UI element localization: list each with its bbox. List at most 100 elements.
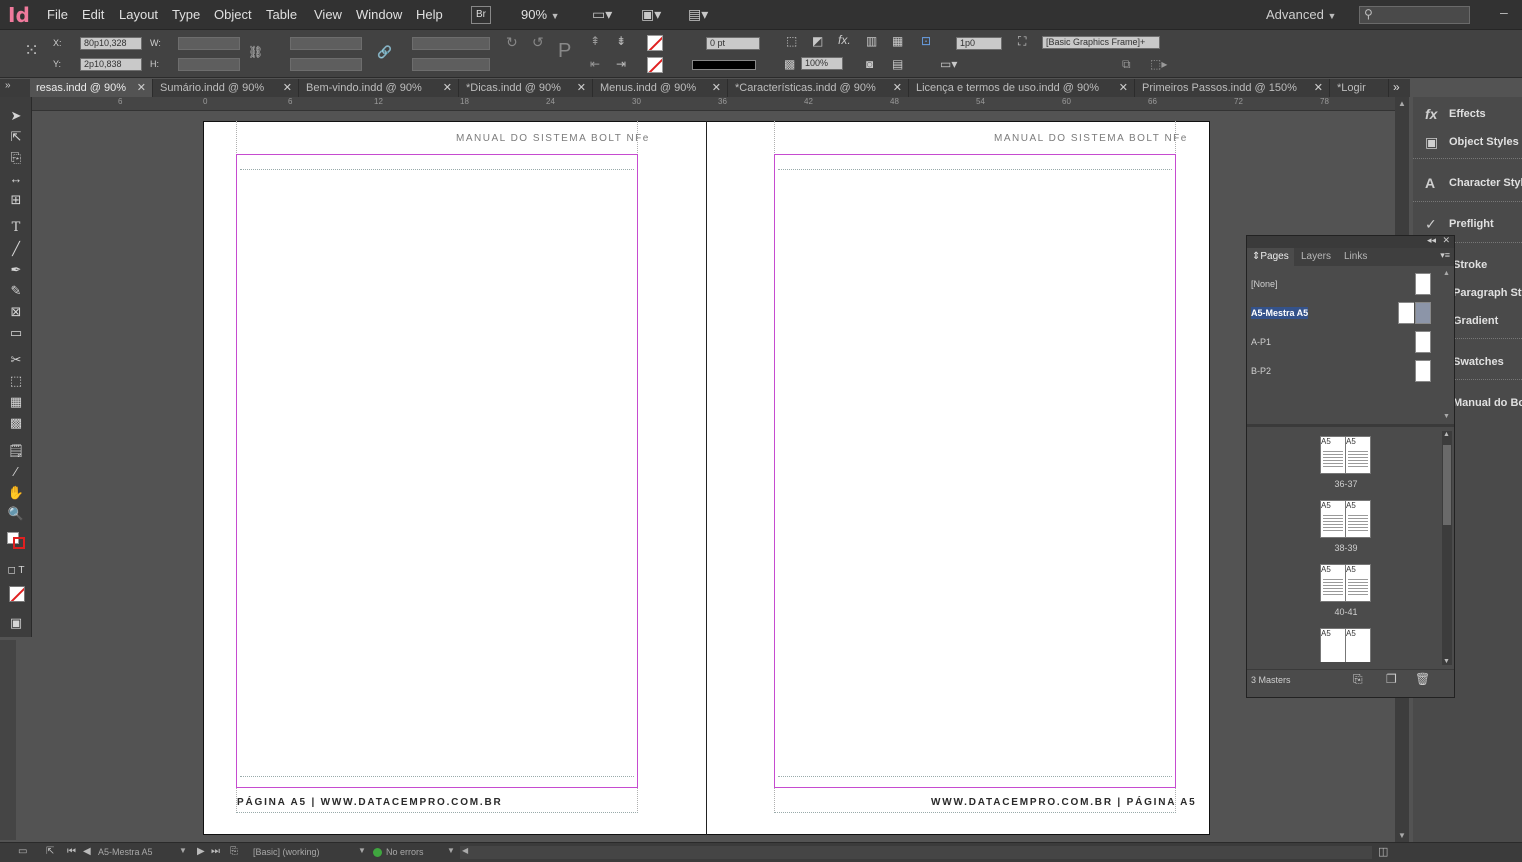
chevron-down-icon[interactable]: ▼ xyxy=(447,846,455,855)
menu-help[interactable]: Help xyxy=(416,7,443,22)
scroll-down-icon[interactable]: ▼ xyxy=(1398,831,1406,840)
tab-links[interactable]: Links xyxy=(1339,248,1372,266)
free-transform-tool-icon[interactable]: ⬚ xyxy=(6,372,26,390)
zoom-tool-icon[interactable]: 🔍 xyxy=(6,505,26,523)
open-page-icon[interactable]: ⎘ xyxy=(230,846,238,857)
split-window-icon[interactable]: ◫ xyxy=(1378,845,1388,858)
select-next-icon[interactable]: ⇥ xyxy=(616,57,626,71)
constrain-proportions-icon[interactable]: ⛓ xyxy=(248,45,263,59)
preflight-errors[interactable]: No errors xyxy=(386,847,424,857)
screen-mode-tool-icon[interactable]: ▣ xyxy=(6,614,26,632)
spread-thumbnail[interactable]: A5 A5 xyxy=(1320,500,1372,538)
menu-file[interactable]: File xyxy=(47,7,68,22)
page-selector[interactable]: A5-Mestra A5 xyxy=(98,847,153,857)
panel-divider[interactable] xyxy=(1247,424,1454,427)
corner-shape-dropdown[interactable]: ▭▾ xyxy=(940,57,957,71)
close-icon[interactable]: ✕ xyxy=(443,79,452,97)
preview-mode-icon[interactable]: ▭ xyxy=(18,846,27,857)
trash-icon[interactable]: 🗑 xyxy=(1415,672,1430,686)
gradient-swatch-tool-icon[interactable]: ▦ xyxy=(6,393,26,411)
master-item[interactable]: [None] xyxy=(1247,270,1442,298)
scroll-up-icon[interactable]: ▲ xyxy=(1443,431,1450,438)
scroll-left-icon[interactable]: ◀ xyxy=(462,846,468,855)
arrange-documents-icon[interactable]: ▤▾ xyxy=(688,6,708,23)
tab-document[interactable]: *Características.indd @ 90% ✕ xyxy=(729,79,909,97)
panel-titlebar[interactable]: ◂◂ ✕ xyxy=(1247,235,1454,248)
search-input[interactable]: ⚲ xyxy=(1359,6,1470,24)
line-tool-icon[interactable]: ╱ xyxy=(6,240,26,258)
running-footer[interactable]: PÁGINA A5 | WWW.DATACEMPRO.COM.BR xyxy=(237,797,503,808)
gradient-feather-tool-icon[interactable]: ▩ xyxy=(6,414,26,432)
eyedropper-tool-icon[interactable]: ⁄ xyxy=(6,463,26,481)
menu-table[interactable]: Table xyxy=(266,7,297,22)
rotate-ccw-icon[interactable]: ↺ xyxy=(532,34,544,51)
scroll-down-icon[interactable]: ▼ xyxy=(1443,658,1450,665)
page-thumbnail[interactable]: A5 xyxy=(1345,628,1371,662)
close-icon[interactable]: ✕ xyxy=(1442,235,1450,246)
horizontal-ruler[interactable]: 6 0 6 12 18 24 30 36 42 48 54 60 66 72 7… xyxy=(30,97,1395,111)
menu-view[interactable]: View xyxy=(314,7,342,22)
master-item-selected[interactable]: A5-Mestra A5 xyxy=(1247,299,1442,327)
page-thumbnail[interactable]: A5 xyxy=(1320,500,1346,538)
character-styles-panel-button[interactable]: A Character Styles xyxy=(1413,170,1522,196)
page-thumbnail[interactable]: A5 xyxy=(1345,500,1371,538)
workspace-switcher[interactable]: Advanced ▼ xyxy=(1266,7,1336,22)
pen-tool-icon[interactable]: ✒ xyxy=(6,261,26,279)
menu-type[interactable]: Type xyxy=(172,7,200,22)
text-wrap-none-icon[interactable]: ▥ xyxy=(866,34,877,48)
effects-panel-button[interactable]: fx Effects xyxy=(1413,101,1522,127)
opacity-field[interactable]: 100% xyxy=(801,57,843,70)
chevron-down-icon[interactable]: ▼ xyxy=(179,846,187,855)
selection-tool-icon[interactable]: ➤ xyxy=(6,107,26,125)
page-thumbnail[interactable]: A5 xyxy=(1320,564,1346,602)
link-icon[interactable]: 🔗 xyxy=(377,45,392,59)
tab-document[interactable]: Primeiros Passos.indd @ 150% ✕ xyxy=(1136,79,1330,97)
tab-layers[interactable]: Layers xyxy=(1296,248,1336,266)
hand-tool-icon[interactable]: ✋ xyxy=(6,484,26,502)
select-content-icon[interactable]: ⇟ xyxy=(616,34,626,48)
select-previous-icon[interactable]: ⇤ xyxy=(590,57,600,71)
master-item[interactable]: B-P2 xyxy=(1247,357,1442,385)
paragraph-icon[interactable]: P xyxy=(558,40,571,63)
menu-window[interactable]: Window xyxy=(356,7,402,22)
vertical-ruler[interactable] xyxy=(0,640,16,840)
clear-overrides-icon[interactable]: ⧉ xyxy=(1122,57,1131,72)
tab-document[interactable]: Sumário.indd @ 90% ✕ xyxy=(154,79,299,97)
frame-size-field[interactable]: 1p0 xyxy=(956,37,1002,50)
drop-shadow-icon[interactable]: ◩ xyxy=(812,34,823,48)
height-field[interactable] xyxy=(178,58,240,71)
next-page-icon[interactable]: ▶ xyxy=(197,846,205,857)
page-thumbnail[interactable]: A5 xyxy=(1320,628,1346,662)
close-icon[interactable]: ✕ xyxy=(893,79,902,97)
scroll-up-icon[interactable]: ▲ xyxy=(1398,99,1406,108)
text-wrap-shape-icon[interactable]: ◙ xyxy=(866,57,873,71)
menu-edit[interactable]: Edit xyxy=(82,7,104,22)
effects-icon[interactable]: fx. xyxy=(838,33,851,47)
stroke-weight-field[interactable]: 0 pt xyxy=(706,37,760,50)
tabs-overflow-icon[interactable]: » xyxy=(1393,80,1400,94)
preflight-panel-button[interactable]: ✓ Preflight xyxy=(1413,211,1522,237)
last-page-icon[interactable]: ⏭ xyxy=(211,846,220,857)
scale-y-field[interactable] xyxy=(290,58,362,71)
close-icon[interactable]: ✕ xyxy=(712,79,721,97)
page-tool-icon[interactable]: ⎘ xyxy=(6,149,26,167)
first-page-icon[interactable]: ⏮ xyxy=(67,846,76,857)
frame-fitting-icon[interactable]: ⊡ xyxy=(921,34,931,48)
type-tool-icon[interactable]: T xyxy=(6,219,26,237)
close-icon[interactable]: ✕ xyxy=(137,79,146,97)
tab-pages[interactable]: ⇕Pages xyxy=(1247,248,1294,266)
page-thumbnail[interactable]: A5 xyxy=(1345,436,1371,474)
spread-thumbnail[interactable]: A5 A5 xyxy=(1320,628,1372,662)
spread-thumbnail[interactable]: A5 A5 xyxy=(1320,436,1372,474)
master-item[interactable]: A-P1 xyxy=(1247,328,1442,356)
stroke-align-icon[interactable]: ⬚ xyxy=(786,34,797,48)
stroke-type-dropdown[interactable] xyxy=(692,60,756,70)
scissors-tool-icon[interactable]: ✂ xyxy=(6,351,26,369)
tab-document[interactable]: resas.indd @ 90% ✕ xyxy=(30,79,153,97)
page-thumbnail[interactable]: A5 xyxy=(1320,436,1346,474)
object-style-dropdown[interactable]: [Basic Graphics Frame]+ xyxy=(1042,36,1160,49)
rotate-cw-icon[interactable]: ↻ xyxy=(506,34,518,51)
horizontal-scrollbar[interactable]: ◀ xyxy=(460,846,1372,859)
zoom-level-dropdown[interactable]: 90% ▼ xyxy=(521,7,560,22)
select-container-icon[interactable]: ⇞ xyxy=(590,34,600,48)
